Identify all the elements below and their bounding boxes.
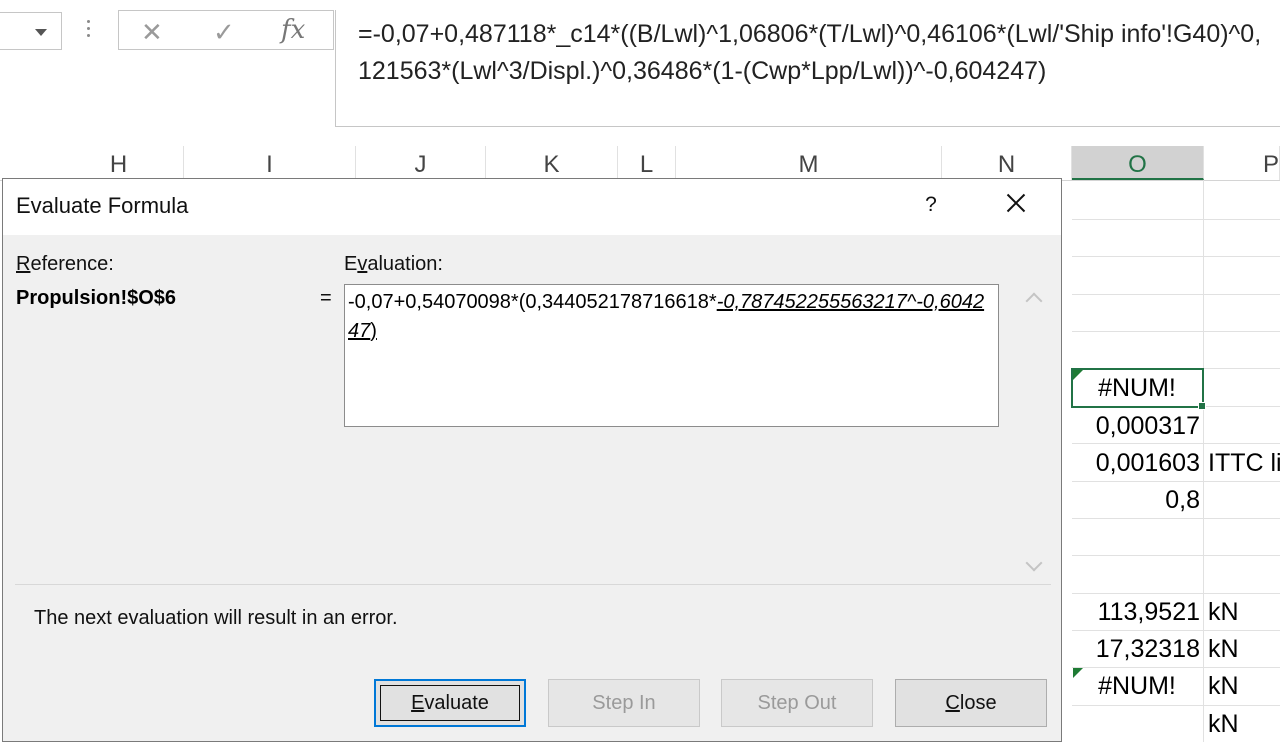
status-message: The next evaluation will result in an er… [34,607,398,629]
error-indicator-icon [1073,370,1083,380]
help-button[interactable]: ? [921,193,941,217]
divider [15,584,1051,585]
cell-o14[interactable]: #NUM! [1074,668,1200,705]
dialog-title-bar[interactable]: Evaluate Formula ? [3,179,1061,235]
cell-p8[interactable]: ITTC li [1208,445,1280,482]
evaluation-textbox[interactable]: -0,07+0,54070098*(0,344052178716618*-0,7… [344,284,999,427]
reference-value: Propulsion!$O$6 [16,287,177,309]
formula-bar-buttons: ✕ ✓ fx [118,10,334,50]
insert-function-icon[interactable]: fx [281,15,305,45]
grid-row-line [1072,294,1280,295]
equals-sign: = [320,287,332,309]
error-indicator-icon [1073,668,1083,678]
evaluate-formula-dialog: Evaluate Formula ? Reference: Evaluation… [2,178,1062,742]
column-header-k[interactable]: K [486,146,618,180]
cell-o13[interactable]: 17,32318 [1074,631,1200,668]
cell-o12[interactable]: 113,9521 [1074,594,1200,631]
grid-divider [1203,180,1204,742]
cell-p14[interactable]: kN [1208,668,1280,705]
column-header-l[interactable]: L [618,146,676,180]
more-options-icon[interactable] [82,16,94,44]
grid-row-line [1072,256,1280,257]
evaluate-button[interactable]: Evaluate [374,679,526,727]
column-header-j[interactable]: J [356,146,486,180]
column-header-m[interactable]: M [676,146,942,180]
reference-label: Reference: [16,253,114,275]
formula-input[interactable]: =-0,07+0,487118*_c14*((B/Lwl)^1,06806*(T… [335,10,1280,127]
evaluation-text: -0,07+0,54070098*(0,344052178716618* [348,291,717,313]
chevron-down-icon[interactable] [35,29,47,36]
cell-p15[interactable]: kN [1208,706,1280,743]
evaluation-label: Evaluation: [344,253,443,275]
dialog-title: Evaluate Formula [16,193,189,218]
grid-row-line [1072,219,1280,220]
step-in-button[interactable]: Step In [548,679,700,727]
close-icon[interactable] [1001,189,1031,219]
column-headers: H I J K L M N O P [0,146,1280,181]
name-box-dropdown[interactable] [0,12,62,50]
column-header-i[interactable]: I [184,146,356,180]
cell-o9[interactable]: 0,8 [1074,482,1200,519]
evaluation-text-suffix: ) [370,320,377,342]
column-header-o[interactable]: O [1072,146,1204,180]
grid-row-line [1072,331,1280,332]
scroll-down-icon[interactable] [1025,561,1043,573]
column-header-h[interactable]: H [54,146,184,180]
cell-o7[interactable]: 0,000317 [1074,408,1200,445]
cell-p12[interactable]: kN [1208,594,1280,631]
grid-row-line [1072,555,1280,556]
active-cell-border [1071,368,1206,410]
column-header-p[interactable]: P [1204,146,1280,180]
close-button[interactable]: Close [895,679,1047,727]
scroll-up-icon[interactable] [1025,291,1043,303]
cell-o8[interactable]: 0,001603 [1074,445,1200,482]
cancel-icon[interactable]: ✕ [141,17,163,48]
column-header-n[interactable]: N [942,146,1072,180]
step-out-button[interactable]: Step Out [721,679,873,727]
enter-icon[interactable]: ✓ [213,17,235,48]
cell-p13[interactable]: kN [1208,631,1280,668]
